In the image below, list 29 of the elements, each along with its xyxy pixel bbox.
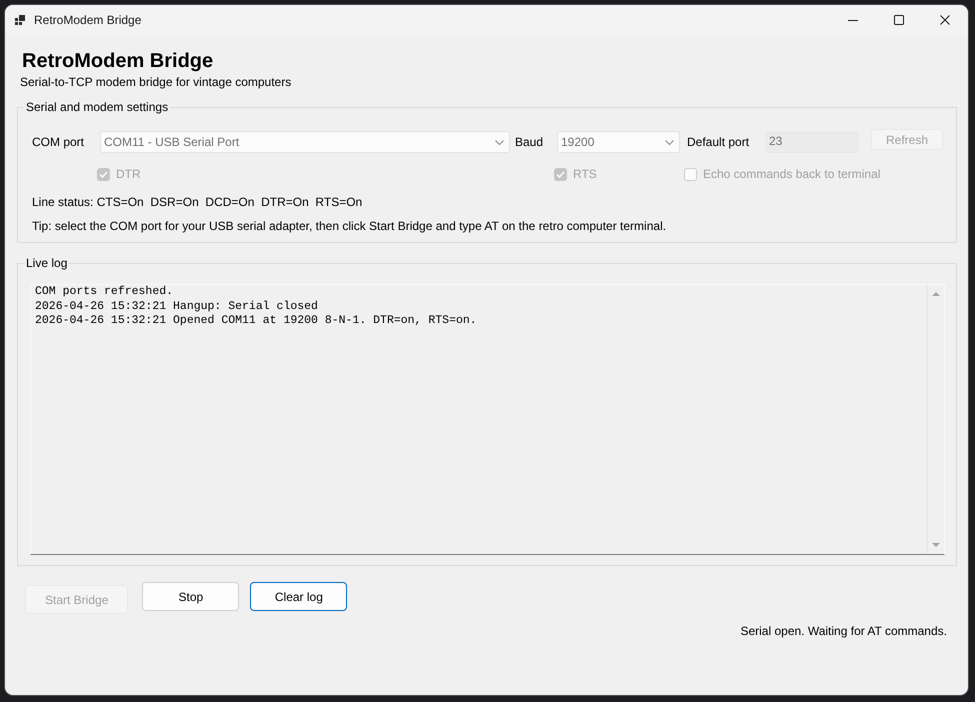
log-line: COM ports refreshed. [35,285,174,300]
app-icon [15,15,25,25]
tick-icon [99,170,108,178]
log-line: 2026-04-26 15:32:21 Hangup: Serial closed [35,300,318,314]
checkbox-label: DTR [116,167,141,181]
scroll-up-icon[interactable] [932,292,940,296]
group-title: Live log [25,255,68,271]
app-heading: RetroModem Bridge [22,49,214,73]
field-label: Default port [687,135,750,149]
checkbox-label: Echo commands back to terminal [703,167,880,181]
maximize-icon [894,15,904,25]
chevron-down-icon [665,140,674,144]
line-status-text: Line status: CTS=On DSR=On DCD=On DTR=On RTS=On [32,194,362,210]
log-textbox[interactable]: COM ports refreshed. 2026-04-26 15:32:21 Hangup: Serial closed 2026-04-26 15:32:21 Opened COM11 at 19200 8-N-1. DTR=on, RTS=on. [30,284,945,555]
checkbox-label: RTS [573,167,597,181]
tick-icon [556,170,565,178]
app-subtitle: Serial-to-TCP modem bridge for vintage computers [20,74,292,90]
field-label: Baud [515,135,544,149]
action-button[interactable]: Stop [142,582,240,611]
group-title: Serial and modem settings [25,99,170,115]
window-title: RetroModem Bridge [34,13,142,27]
action-button[interactable]: Clear log [250,582,348,611]
close-icon [940,15,950,25]
scroll-down-icon[interactable] [932,543,940,547]
chevron-down-icon [495,140,504,144]
field-label: COM port [32,135,84,149]
log-line: 2026-04-26 15:32:21 Opened COM11 at 19200 8-N-1. DTR=on, RTS=on. [35,314,477,328]
tip-text: Tip: select the COM port for your USB serial adapter, then click Start Bridge and type AT on the retro computer terminal. [32,218,666,234]
status-text: Serial open. Waiting for AT commands. [740,623,947,639]
